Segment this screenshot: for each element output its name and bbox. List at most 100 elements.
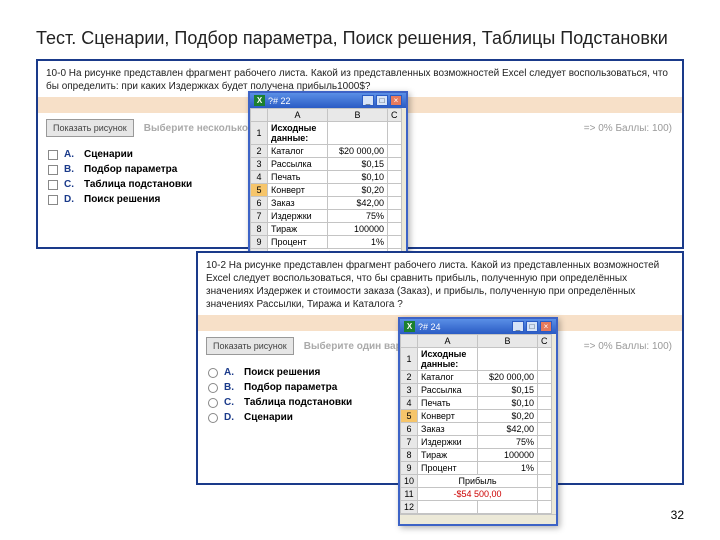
cell (388, 197, 402, 210)
option-label: Подбор параметра (84, 164, 177, 175)
cell (388, 223, 402, 236)
cell: Конверт (268, 184, 328, 197)
option-label: Поиск решения (244, 367, 320, 378)
row-header: 8 (401, 449, 418, 462)
cell: 1% (478, 462, 538, 475)
question-text: 10-2 На рисунке представлен фрагмент раб… (198, 253, 682, 315)
cell: Исходные данные: (418, 348, 478, 371)
cell (538, 449, 552, 462)
cell: Тираж (418, 449, 478, 462)
radio-icon[interactable] (208, 383, 218, 393)
maximize-icon[interactable]: □ (526, 321, 538, 332)
score-text: => 0% Баллы: 100) (584, 123, 672, 134)
scrollbar[interactable] (400, 514, 556, 524)
window-title: ?# 22 (268, 96, 291, 106)
cell (538, 462, 552, 475)
option-letter: D. (64, 194, 78, 205)
cell: Издержки (418, 436, 478, 449)
cell: Исходные данные: (268, 122, 328, 145)
cell (388, 145, 402, 158)
cell: Процент (268, 236, 328, 249)
cell: Печать (418, 397, 478, 410)
radio-icon[interactable] (208, 368, 218, 378)
col-header: A (418, 335, 478, 348)
cell: $0,20 (328, 184, 388, 197)
col-header: A (268, 109, 328, 122)
cell: 100000 (478, 449, 538, 462)
row-header: 10 (401, 475, 418, 488)
close-icon[interactable]: × (390, 95, 402, 106)
excel-icon: X (404, 321, 415, 332)
row-header: 1 (251, 122, 268, 145)
checkbox-icon[interactable] (48, 165, 58, 175)
cell: -$54 500,00 (418, 488, 538, 501)
cell: $20 000,00 (478, 371, 538, 384)
window-titlebar[interactable]: X?# 24 _ □ × (400, 319, 556, 334)
row-header: 9 (401, 462, 418, 475)
cell (538, 371, 552, 384)
show-picture-button[interactable]: Показать рисунок (46, 119, 134, 137)
cell (538, 384, 552, 397)
checkbox-icon[interactable] (48, 195, 58, 205)
row-header: 4 (401, 397, 418, 410)
row-header: 4 (251, 171, 268, 184)
cell (478, 348, 538, 371)
question-block-2: 10-2 На рисунке представлен фрагмент раб… (196, 251, 684, 485)
row-header: 7 (401, 436, 418, 449)
option-label: Сценарии (84, 149, 133, 160)
row-header: 5 (251, 184, 268, 197)
cell: Каталог (418, 371, 478, 384)
cell: 75% (478, 436, 538, 449)
cell: 1% (328, 236, 388, 249)
option-letter: C. (224, 397, 238, 408)
spreadsheet-grid: ABC 1Исходные данные:2Каталог$20 000,003… (400, 334, 552, 514)
radio-icon[interactable] (208, 398, 218, 408)
grid-corner (401, 335, 418, 348)
cell: Рассылка (418, 384, 478, 397)
cell: $0,15 (478, 384, 538, 397)
cell (388, 171, 402, 184)
cell (538, 488, 552, 501)
cell: Процент (418, 462, 478, 475)
close-icon[interactable]: × (540, 321, 552, 332)
cell: $0,10 (478, 397, 538, 410)
cell: Каталог (268, 145, 328, 158)
option-label: Таблица подстановки (244, 397, 352, 408)
option-letter: C. (64, 179, 78, 190)
cell: Издержки (268, 210, 328, 223)
option-label: Сценарии (244, 412, 293, 423)
row-header: 7 (251, 210, 268, 223)
cell (538, 397, 552, 410)
maximize-icon[interactable]: □ (376, 95, 388, 106)
option-letter: B. (224, 382, 238, 393)
show-picture-button[interactable]: Показать рисунок (206, 337, 294, 355)
cell: $0,20 (478, 410, 538, 423)
option-letter: A. (64, 149, 78, 160)
cell: $0,15 (328, 158, 388, 171)
cell (388, 236, 402, 249)
cell: Заказ (268, 197, 328, 210)
cell (538, 423, 552, 436)
cell (388, 184, 402, 197)
cell: $20 000,00 (328, 145, 388, 158)
cell (388, 122, 402, 145)
col-header: C (538, 335, 552, 348)
cell (388, 210, 402, 223)
minimize-icon[interactable]: _ (512, 321, 524, 332)
row-header: 9 (251, 236, 268, 249)
cell: Тираж (268, 223, 328, 236)
checkbox-icon[interactable] (48, 150, 58, 160)
row-header: 6 (401, 423, 418, 436)
option-label: Таблица подстановки (84, 179, 192, 190)
radio-icon[interactable] (208, 413, 218, 423)
window-titlebar[interactable]: X?# 22 _ □ × (250, 93, 406, 108)
row-header: 1 (401, 348, 418, 371)
grid-corner (251, 109, 268, 122)
minimize-icon[interactable]: _ (362, 95, 374, 106)
checkbox-icon[interactable] (48, 180, 58, 190)
cell: Конверт (418, 410, 478, 423)
window-title: ?# 24 (418, 322, 441, 332)
excel-window-2: X?# 24 _ □ × ABC 1Исходные данные:2Катал… (398, 317, 558, 526)
cell: $42,00 (328, 197, 388, 210)
cell (538, 410, 552, 423)
